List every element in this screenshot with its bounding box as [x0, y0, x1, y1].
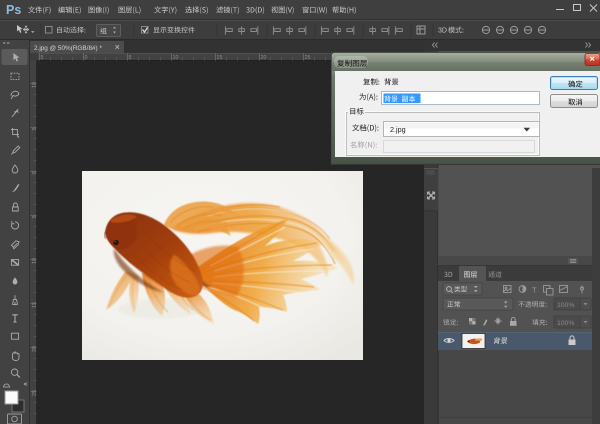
svg-text:100%: 100% [557, 320, 574, 327]
svg-text:2.jpg: 2.jpg [390, 125, 406, 134]
svg-text:0: 0 [32, 172, 38, 175]
svg-text:3D: 3D [438, 28, 447, 35]
svg-text:20: 20 [261, 55, 267, 61]
svg-text:10: 10 [173, 55, 179, 61]
svg-text:T: T [532, 286, 537, 295]
svg-text:10: 10 [32, 82, 38, 88]
svg-text:Ps: Ps [6, 3, 21, 17]
svg-text:5: 5 [32, 128, 38, 131]
svg-text:25: 25 [305, 55, 311, 61]
svg-text:5: 5 [41, 55, 44, 61]
svg-text:10: 10 [32, 258, 38, 264]
svg-text:25: 25 [32, 390, 38, 396]
svg-text:15: 15 [217, 55, 223, 61]
svg-text:5: 5 [32, 216, 38, 219]
svg-text:5: 5 [129, 55, 132, 61]
svg-text:0: 0 [85, 55, 88, 61]
svg-text:20: 20 [32, 346, 38, 352]
svg-text:15: 15 [32, 302, 38, 308]
svg-text:2.jpg @ 50%(RGB/8#) *: 2.jpg @ 50%(RGB/8#) * [34, 45, 102, 52]
svg-text:100%: 100% [557, 302, 574, 309]
